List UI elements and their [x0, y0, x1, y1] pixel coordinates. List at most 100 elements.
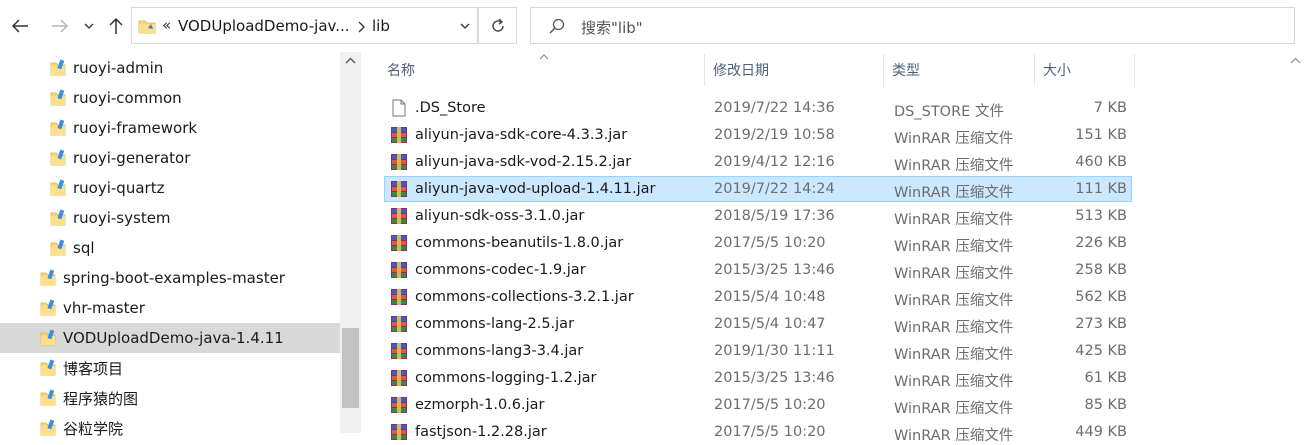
sidebar-item-label: ruoyi-system [73, 209, 171, 227]
file-type: WinRAR 压缩文件 [894, 266, 1014, 282]
sidebar-item[interactable]: ruoyi-quartz [0, 173, 340, 203]
sidebar-item-label: ruoyi-framework [73, 119, 198, 137]
sidebar-item-label: ruoyi-quartz [73, 179, 165, 197]
sidebar-item[interactable]: ruoyi-generator [0, 143, 340, 173]
file-type: WinRAR 压缩文件 [894, 212, 1014, 228]
file-name: aliyun-java-sdk-vod-2.15.2.jar [415, 154, 632, 170]
sidebar-item-label: 程序猿的图 [63, 389, 139, 408]
file-type: WinRAR 压缩文件 [894, 347, 1014, 363]
winrar-icon [391, 208, 407, 224]
winrar-icon [391, 154, 407, 170]
winrar-icon [391, 235, 407, 251]
file-type: WinRAR 压缩文件 [894, 374, 1014, 390]
sidebar-item[interactable]: vhr-master [0, 293, 340, 323]
file-list-scrollbar[interactable] [1285, 52, 1305, 433]
file-name: .DS_Store [415, 100, 486, 116]
file-date: 2017/5/5 10:20 [714, 424, 826, 440]
folder-icon [40, 269, 56, 286]
sidebar-item[interactable]: ruoyi-common [0, 83, 340, 113]
file-row[interactable]: commons-codec-1.9.jar 2015/3/25 13:46 WinR… [384, 257, 1132, 283]
column-header-size[interactable]: 大小 [1043, 52, 1071, 88]
file-size: 85 KB [1084, 397, 1127, 413]
folder-icon [50, 179, 66, 196]
winrar-icon [391, 127, 407, 143]
file-row[interactable]: fastjson-1.2.28.jar 2017/5/5 10:20 WinRAR … [384, 419, 1132, 445]
up-button[interactable] [104, 14, 128, 38]
file-row[interactable]: commons-logging-1.2.jar 2015/3/25 13:46 Wi… [384, 365, 1132, 391]
file-type: WinRAR 压缩文件 [894, 158, 1014, 174]
address-dropdown-icon[interactable] [460, 23, 470, 29]
file-size: 111 KB [1075, 181, 1127, 197]
file-date: 2017/5/5 10:20 [714, 235, 826, 251]
folder-icon [50, 59, 66, 76]
file-row[interactable]: aliyun-java-vod-upload-1.4.11.jar 2019/7/… [384, 176, 1132, 202]
search-input[interactable]: 搜索"lib" [581, 17, 643, 38]
file-name: commons-logging-1.2.jar [415, 370, 597, 386]
file-date: 2017/5/5 10:20 [714, 397, 826, 413]
file-size: 449 KB [1075, 424, 1127, 440]
sidebar-item-label: ruoyi-common [73, 89, 182, 107]
scrollbar-thumb[interactable] [342, 328, 359, 408]
file-row[interactable]: commons-beanutils-1.8.0.jar 2017/5/5 10:2… [384, 230, 1132, 256]
column-divider[interactable] [1134, 54, 1135, 86]
file-name: ezmorph-1.0.6.jar [415, 397, 545, 413]
back-button[interactable] [8, 14, 32, 38]
file-row[interactable]: aliyun-java-sdk-vod-2.15.2.jar 2019/4/12 … [384, 149, 1132, 175]
file-row[interactable]: commons-collections-3.2.1.jar 2015/5/4 10… [384, 284, 1132, 310]
column-divider[interactable] [1034, 54, 1035, 86]
file-name: aliyun-java-sdk-core-4.3.3.jar [415, 127, 628, 143]
folder-icon [40, 359, 56, 376]
sidebar-item-label: spring-boot-examples-master [63, 269, 285, 287]
path-overflow[interactable]: « [162, 16, 171, 34]
column-header-name[interactable]: 名称 [387, 52, 415, 88]
winrar-icon [391, 316, 407, 332]
address-bar[interactable]: « VODUploadDemo-jav... lib [131, 7, 478, 44]
forward-button[interactable] [48, 14, 72, 38]
winrar-icon [391, 181, 407, 197]
file-row[interactable]: aliyun-sdk-oss-3.1.0.jar 2018/5/19 17:36 W… [384, 203, 1132, 229]
sidebar-item[interactable]: ruoyi-system [0, 203, 340, 233]
column-header-date[interactable]: 修改日期 [713, 52, 769, 88]
file-row[interactable]: aliyun-java-sdk-core-4.3.3.jar 2019/2/19 … [384, 122, 1132, 148]
file-size: 513 KB [1075, 208, 1127, 224]
file-date: 2015/3/25 13:46 [714, 262, 835, 278]
file-row[interactable]: .DS_Store 2019/7/22 14:36 DS_STORE 文件 7 KB [384, 95, 1132, 121]
folder-icon [138, 20, 156, 34]
file-name: fastjson-1.2.28.jar [415, 424, 547, 440]
sidebar-item[interactable]: spring-boot-examples-master [0, 263, 340, 293]
recent-locations-button[interactable] [80, 14, 98, 38]
winrar-icon [391, 424, 407, 440]
file-size: 425 KB [1075, 343, 1127, 359]
file-row[interactable]: ezmorph-1.0.6.jar 2017/5/5 10:20 WinRAR 压缩… [384, 392, 1132, 418]
breadcrumb-parent[interactable]: VODUploadDemo-jav... [178, 17, 350, 35]
sidebar-item[interactable]: sql [0, 233, 340, 263]
scroll-up-icon[interactable] [1290, 57, 1301, 64]
column-divider[interactable] [883, 54, 884, 86]
sidebar-item[interactable]: VODUploadDemo-java-1.4.11 [0, 323, 340, 353]
file-name: aliyun-java-vod-upload-1.4.11.jar [415, 181, 656, 197]
sidebar-item[interactable]: 程序猿的图 [0, 383, 340, 413]
search-box[interactable]: 搜索"lib" [530, 7, 1295, 44]
file-date: 2015/3/25 13:46 [714, 370, 835, 386]
column-header-type[interactable]: 类型 [892, 52, 920, 88]
file-row[interactable]: commons-lang3-3.4.jar 2019/1/30 11:11 WinR… [384, 338, 1132, 364]
file-date: 2019/4/12 12:16 [714, 154, 835, 170]
file-row[interactable]: commons-lang-2.5.jar 2015/5/4 10:47 WinRAR… [384, 311, 1132, 337]
sidebar-item[interactable]: 谷粒学院 [0, 413, 340, 443]
folder-icon [50, 239, 66, 256]
chevron-right-icon[interactable] [357, 21, 365, 33]
scroll-up-icon[interactable] [345, 57, 356, 64]
sidebar-item[interactable]: ruoyi-framework [0, 113, 340, 143]
column-divider[interactable] [704, 54, 705, 86]
arrow-right-icon [52, 19, 69, 33]
file-name: commons-lang-2.5.jar [415, 316, 575, 332]
sidebar-item-label: 博客项目 [63, 359, 124, 378]
sidebar-item[interactable]: ruoyi-admin [0, 53, 340, 83]
sidebar-item[interactable]: 博客项目 [0, 353, 340, 383]
winrar-icon [391, 289, 407, 305]
refresh-button[interactable] [478, 7, 517, 44]
navigation-scrollbar[interactable] [340, 52, 361, 433]
folder-icon [40, 389, 56, 406]
file-name: aliyun-sdk-oss-3.1.0.jar [415, 208, 585, 224]
breadcrumb-current[interactable]: lib [372, 17, 390, 35]
